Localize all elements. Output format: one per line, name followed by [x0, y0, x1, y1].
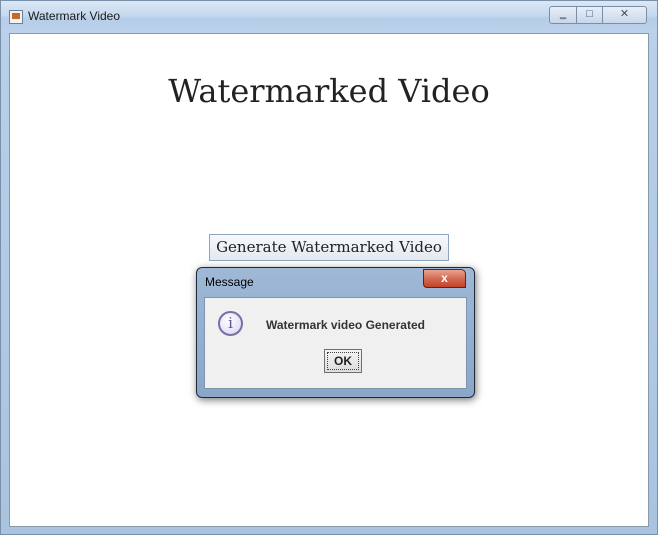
dialog-message: Watermark video Generated	[266, 318, 425, 332]
info-icon: i	[218, 311, 243, 336]
page-title: Watermarked Video	[168, 72, 490, 110]
java-app-icon	[9, 10, 23, 24]
generate-watermarked-video-button[interactable]: Generate Watermarked Video	[209, 234, 449, 261]
message-dialog: Message x i Watermark video Generated OK	[196, 267, 475, 398]
dialog-body: i Watermark video Generated OK	[204, 297, 467, 389]
dialog-close-button[interactable]: x	[423, 269, 466, 288]
window-title: Watermark Video	[28, 9, 121, 23]
close-button[interactable]: ✕	[603, 6, 647, 24]
ok-button[interactable]: OK	[324, 349, 362, 373]
window-controls: ‗ □ ✕	[549, 6, 647, 24]
maximize-button[interactable]: □	[577, 6, 603, 24]
title-bar[interactable]: Watermark Video ‗ □ ✕	[1, 1, 657, 33]
dialog-title: Message	[205, 275, 254, 289]
minimize-button[interactable]: ‗	[549, 6, 577, 24]
